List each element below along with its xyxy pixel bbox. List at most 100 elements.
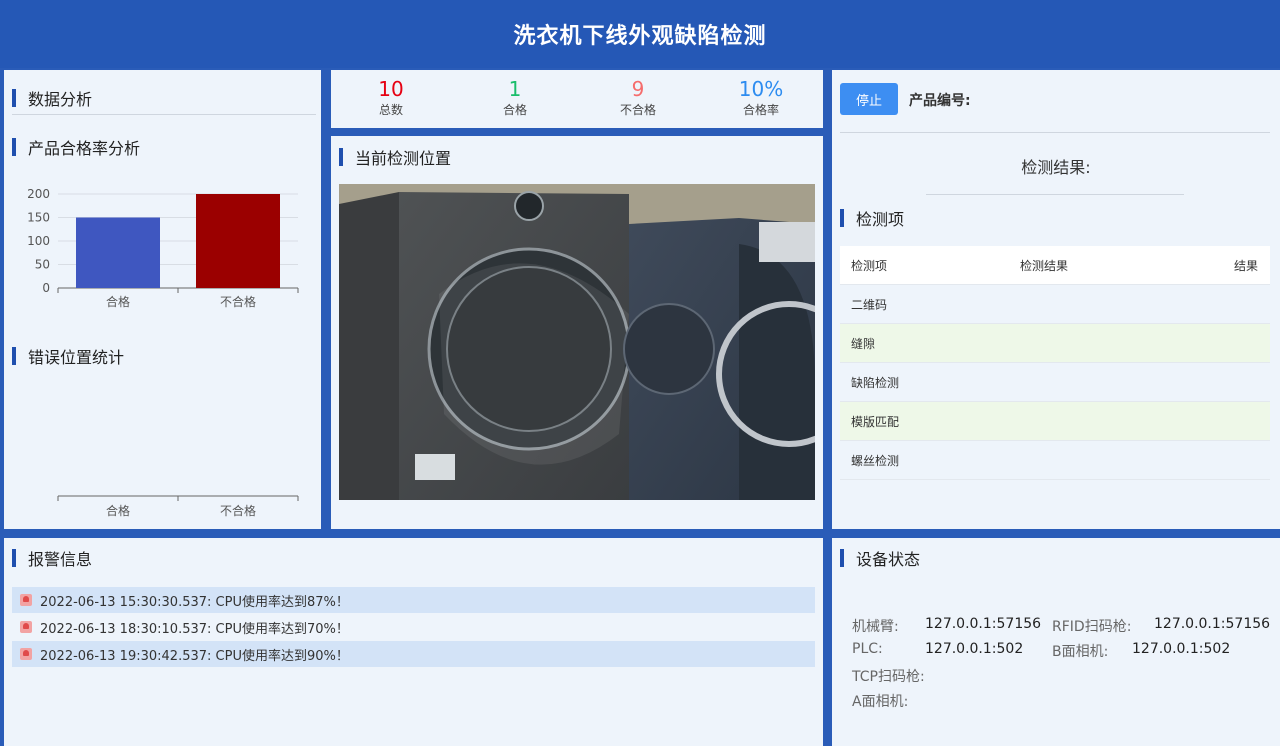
stat-total-value: 10: [378, 77, 404, 101]
heading-marker: [840, 209, 844, 227]
column-header-outcome: 结果: [1233, 258, 1258, 273]
alarm-icon: [20, 594, 32, 606]
stop-button[interactable]: 停止: [840, 83, 898, 115]
inspection-item-defect: 缺陷检测: [851, 375, 900, 390]
stat-pass-rate-value: 10%: [738, 77, 784, 101]
data-analysis-heading: 数据分析: [12, 86, 92, 110]
pass-rate-heading: 产品合格率分析: [12, 135, 140, 159]
detection-result-label: 检测结果:: [1021, 158, 1091, 177]
rfid-label: RFID扫码枪:: [1052, 619, 1132, 635]
y-tick-label: 200: [27, 187, 50, 201]
heading-marker: [840, 549, 844, 567]
heading-marker: [12, 549, 16, 567]
y-tick-label: 0: [42, 281, 50, 295]
alarm-text: 2022-06-13 15:30:30.537: CPU使用率达到87%！: [40, 594, 349, 610]
y-tick-label: 50: [35, 258, 50, 272]
column-header-item: 检测项: [851, 258, 888, 273]
error-position-chart: 合格 不合格: [57, 495, 299, 518]
b-camera-label: B面相机:: [1052, 644, 1109, 660]
current-position-title: 当前检测位置: [355, 149, 452, 168]
inspection-items-heading: 检测项: [840, 206, 904, 230]
x-tick-label: 合格: [106, 503, 130, 518]
pass-rate-chart: 0 50 100 150 200 合格 不合格: [27, 187, 299, 309]
plc-label: PLC:: [852, 641, 883, 657]
table-row[interactable]: 模版匹配: [840, 402, 1270, 441]
heading-marker: [12, 138, 16, 156]
inspection-table: 检测项 检测结果 结果 二维码 缝隙 缺陷检测 模版匹配 螺丝检测: [840, 246, 1270, 480]
heading-marker: [12, 347, 16, 365]
inspection-item-qrcode: 二维码: [851, 297, 888, 312]
x-tick-label: 不合格: [220, 503, 256, 518]
a-camera-status: A面相机:: [852, 691, 908, 711]
alarm-icon: [20, 648, 32, 660]
stats-panel: 10 总数 1 合格 9 不合格 10% 合格率: [331, 70, 823, 128]
plc-value: 127.0.0.1:502: [925, 641, 1024, 657]
app-header: 洗衣机下线外观缺陷检测: [0, 0, 1280, 68]
stat-fail: 9 不合格: [588, 76, 688, 118]
alarm-text: 2022-06-13 18:30:10.537: CPU使用率达到70%！: [40, 621, 349, 637]
b-camera-value: 127.0.0.1:502: [1132, 641, 1231, 657]
table-header: 检测项 检测结果 结果: [840, 246, 1270, 285]
tcp-scanner-label: TCP扫码枪:: [852, 669, 925, 685]
data-analysis-panel: 数据分析 产品合格率分析 0 50 100 150 200 合格 不合格 错误位置统计 合格…: [4, 70, 321, 529]
column-header-result: 检测结果: [1020, 258, 1069, 273]
error-position-heading: 错误位置统计: [12, 344, 124, 368]
heading-marker: [12, 89, 16, 107]
y-tick-label: 100: [27, 234, 50, 248]
stat-fail-value: 9: [631, 77, 645, 101]
stat-fail-label: 不合格: [619, 103, 656, 117]
alarm-item[interactable]: 2022-06-13 15:30:30.537: CPU使用率达到87%！: [12, 587, 815, 613]
stat-pass-label: 合格: [502, 103, 527, 117]
current-position-heading: 当前检测位置: [339, 145, 451, 169]
inspection-item-screw: 螺丝检测: [851, 453, 900, 468]
divider: [12, 114, 316, 115]
stat-pass-rate-label: 合格率: [742, 103, 779, 117]
bar-fail: [196, 194, 280, 288]
stat-pass-rate: 10% 合格率: [711, 76, 811, 118]
heading-marker: [339, 148, 343, 166]
alarm-text: 2022-06-13 19:30:42.537: CPU使用率达到90%！: [40, 648, 349, 664]
device-status-panel: 设备状态 机械臂: 127.0.0.1:57156 RFID扫码枪: 127.0…: [832, 538, 1280, 746]
device-status-title: 设备状态: [856, 550, 921, 569]
alarm-item[interactable]: 2022-06-13 18:30:10.537: CPU使用率达到70%！: [12, 614, 815, 640]
device-status-heading: 设备状态: [840, 546, 920, 570]
alarm-panel: 报警信息 2022-06-13 15:30:30.537: CPU使用率达到87…: [4, 538, 823, 746]
pass-rate-title: 产品合格率分析: [28, 139, 141, 158]
alarm-heading: 报警信息: [12, 546, 92, 570]
inspection-item-template-match: 模版匹配: [851, 414, 900, 429]
robot-arm-label: 机械臂:: [852, 619, 899, 635]
x-tick-label: 合格: [106, 294, 130, 309]
product-number-label: 产品编号:: [909, 93, 971, 109]
stat-pass-value: 1: [508, 77, 522, 101]
b-camera-status: B面相机:: [1052, 641, 1108, 661]
alarm-title: 报警信息: [28, 550, 93, 569]
data-analysis-title: 数据分析: [28, 90, 93, 109]
divider: [926, 194, 1184, 195]
tcp-scanner-status: TCP扫码枪:: [852, 666, 925, 686]
table-row[interactable]: 缺陷检测: [840, 363, 1270, 402]
a-camera-label: A面相机:: [852, 694, 909, 710]
alarm-item[interactable]: 2022-06-13 19:30:42.537: CPU使用率达到90%！: [12, 641, 815, 667]
table-row[interactable]: 二维码: [840, 285, 1270, 324]
robot-arm-value: 127.0.0.1:57156: [925, 616, 1042, 632]
inspection-item-gap: 缝隙: [851, 336, 876, 351]
inspection-panel: 停止 产品编号: 检测结果: 检测项 检测项 检测结果 结果 二维码 缝隙 缺陷…: [832, 70, 1280, 529]
bar-pass: [76, 217, 160, 288]
divider: [840, 132, 1270, 133]
current-position-panel: 当前检测位置: [331, 136, 823, 529]
rfid-value: 127.0.0.1:57156: [1154, 616, 1271, 632]
y-tick-label: 150: [27, 211, 50, 225]
table-row[interactable]: 缝隙: [840, 324, 1270, 363]
alarm-icon: [20, 621, 32, 633]
stat-total-label: 总数: [378, 103, 403, 117]
table-row[interactable]: 螺丝检测: [840, 441, 1270, 480]
stat-total: 10 总数: [341, 76, 441, 118]
page-title: 洗衣机下线外观缺陷检测: [513, 24, 767, 49]
plc-status: PLC:: [852, 641, 883, 657]
stat-pass: 1 合格: [465, 76, 565, 118]
washing-machine-photo: [339, 184, 815, 500]
inspection-items-title: 检测项: [856, 210, 905, 229]
error-position-title: 错误位置统计: [28, 348, 125, 367]
x-tick-label: 不合格: [220, 294, 256, 309]
robot-arm-status: 机械臂:: [852, 616, 899, 636]
